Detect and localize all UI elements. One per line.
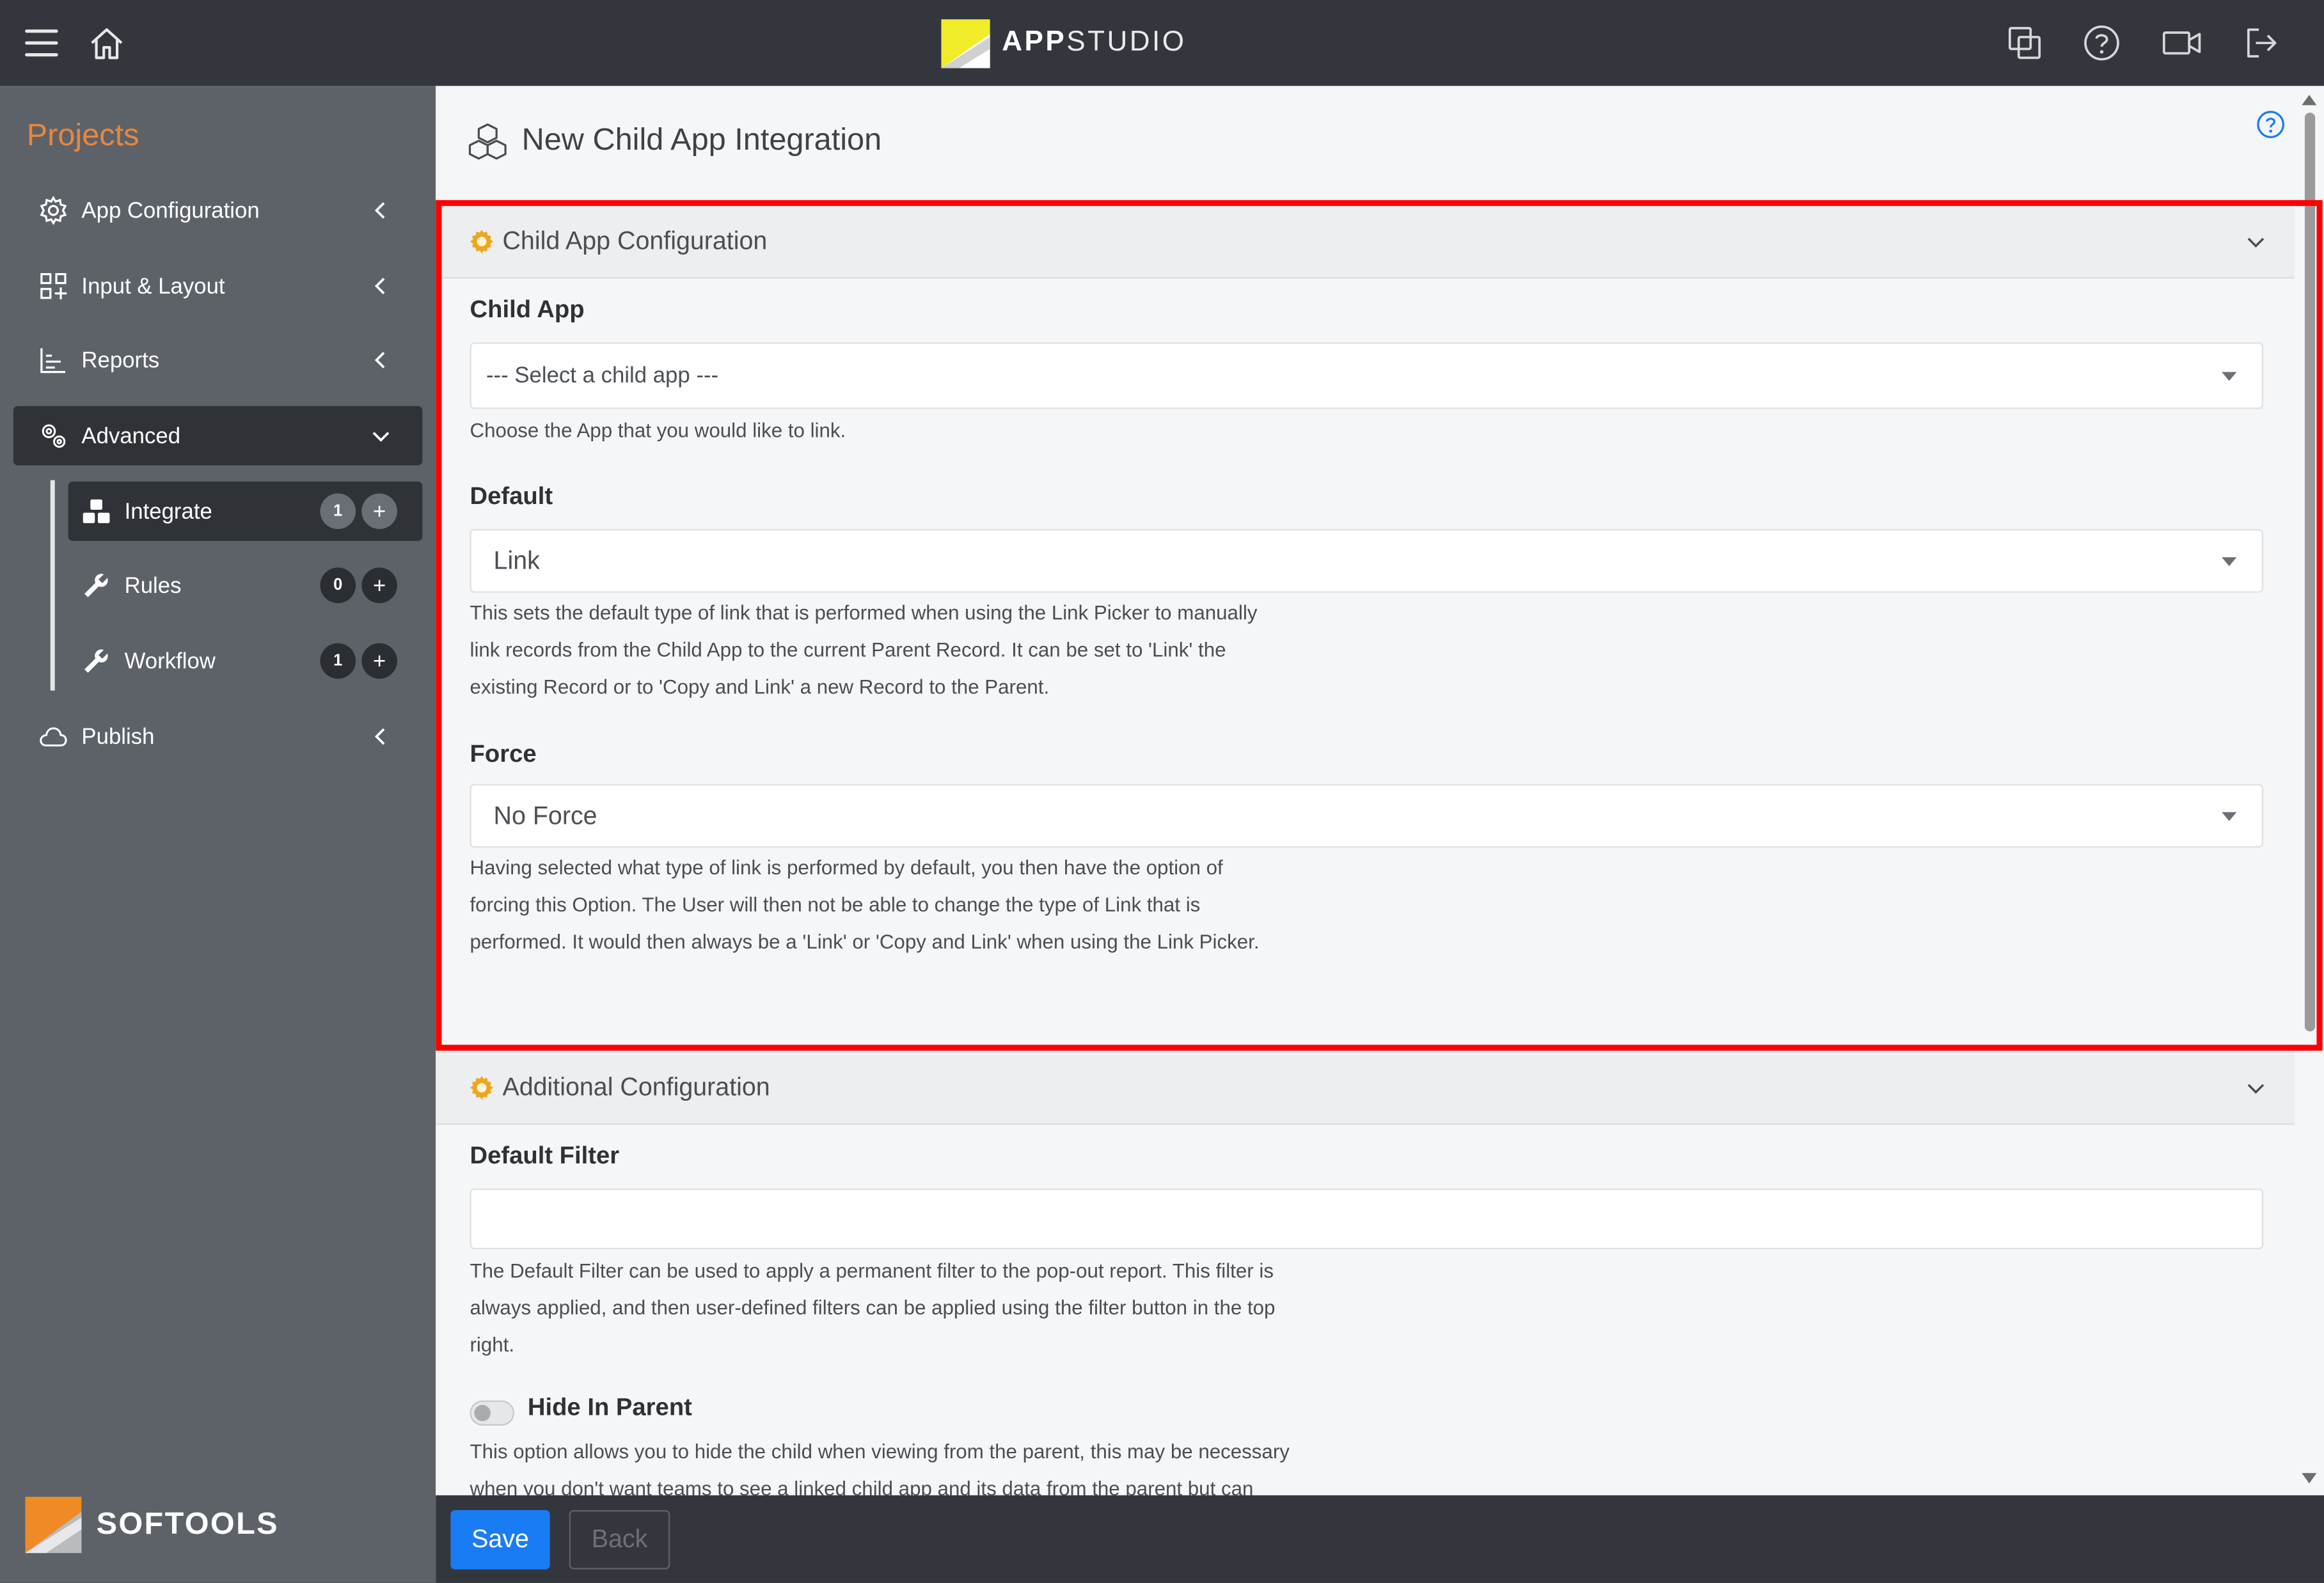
sidebar-item-label: Input & Layout [81, 273, 225, 299]
softools-logo: SOFTOOLS [25, 1497, 279, 1554]
footer-bar: Save Back [436, 1495, 2324, 1583]
default-select[interactable]: Link [470, 529, 2264, 593]
scroll-down-arrow[interactable] [2302, 1473, 2317, 1484]
scroll-up-arrow[interactable] [2302, 95, 2317, 106]
video-icon[interactable] [2158, 19, 2206, 67]
projects-title[interactable]: Projects [27, 118, 139, 154]
sidebar: Projects App Configuration Input & Layou… [0, 86, 436, 1583]
home-icon[interactable] [83, 19, 130, 67]
layout-grid-icon [37, 270, 70, 303]
sidebar-item-rules[interactable]: Rules 0 + [68, 556, 423, 615]
brand-name: APPSTUDIO [1002, 26, 1187, 58]
top-bar: APPSTUDIO [0, 0, 2324, 86]
back-button[interactable]: Back [569, 1510, 670, 1570]
save-button[interactable]: Save [450, 1510, 550, 1570]
sidebar-item-label: App Configuration [81, 198, 260, 223]
chevron-down-icon [372, 432, 390, 442]
force-label: Force [470, 741, 537, 768]
hide-in-parent-toggle[interactable] [470, 1400, 514, 1426]
child-app-help-text: Choose the App that you would like to li… [470, 419, 846, 442]
chevron-left-icon [374, 278, 385, 295]
default-select-value: Link [493, 546, 540, 574]
gear-icon [470, 228, 494, 253]
default-filter-input[interactable] [470, 1188, 2264, 1250]
sidebar-item-label: Publish [81, 723, 155, 750]
page-title: New Child App Integration [521, 123, 882, 157]
child-app-select[interactable]: --- Select a child app --- [470, 342, 2264, 409]
wrench-icon [80, 645, 113, 677]
force-help-text: Having selected what type of link is per… [470, 856, 1260, 953]
hide-in-parent-label: Hide In Parent [527, 1394, 692, 1422]
appstudio-logo-icon [941, 18, 990, 68]
child-app-select-value: --- Select a child app --- [486, 363, 719, 389]
default-filter-label: Default Filter [470, 1142, 620, 1170]
gear-icon [470, 1075, 494, 1099]
section-title: Child App Configuration [502, 226, 768, 255]
chevron-left-icon [374, 202, 385, 219]
sidebar-item-advanced[interactable]: Advanced [13, 406, 423, 466]
help-icon[interactable] [2256, 109, 2285, 139]
sidebar-item-label: Reports [81, 347, 160, 373]
child-app-configuration-header[interactable]: Child App Configuration [436, 204, 2295, 279]
chevron-left-icon [374, 352, 385, 368]
default-label: Default [470, 483, 553, 510]
count-badge: 0 [320, 567, 356, 604]
page-header: New Child App Integration [468, 122, 881, 160]
gear-icon [37, 194, 70, 227]
cubes-icon [468, 123, 507, 160]
force-select[interactable]: No Force [470, 784, 2264, 848]
sidebar-item-label: Workflow [124, 648, 216, 674]
child-app-label: Child App [470, 296, 585, 324]
caret-down-icon [2222, 371, 2237, 381]
add-rule-button[interactable]: + [361, 567, 397, 604]
sidebar-item-workflow[interactable]: Workflow 1 + [68, 631, 423, 691]
count-badge: 1 [320, 493, 356, 530]
count-badge: 1 [320, 643, 356, 679]
toggle-knob [474, 1405, 491, 1422]
cloud-icon [37, 720, 70, 753]
sidebar-item-app-configuration[interactable]: App Configuration [13, 181, 422, 240]
sidebar-item-integrate[interactable]: Integrate 1 + [68, 482, 423, 541]
brand: APPSTUDIO [941, 18, 1186, 68]
submenu-line [50, 480, 55, 691]
copy-windows-icon[interactable] [2001, 19, 2048, 67]
default-filter-help-text: The Default Filter can be used to apply … [470, 1259, 1276, 1357]
sidebar-item-reports[interactable]: Reports [13, 331, 422, 390]
section-title: Additional Configuration [502, 1072, 770, 1101]
caret-down-icon [2222, 811, 2237, 821]
child-app-configuration-section: Child App Configuration Child App --- Se… [436, 204, 2295, 1052]
logout-icon[interactable] [2238, 19, 2286, 67]
gears-icon [37, 420, 70, 452]
chart-icon [37, 344, 70, 377]
hide-in-parent-help-text: This option allows you to hide the child… [470, 1440, 1290, 1495]
softools-name: SOFTOOLS [96, 1507, 279, 1541]
chevron-left-icon [374, 728, 385, 745]
sidebar-item-label: Advanced [81, 423, 181, 448]
hamburger-menu-icon[interactable] [18, 19, 65, 67]
chevron-down-icon[interactable] [2244, 230, 2268, 253]
sidebar-item-label: Integrate [124, 498, 212, 524]
wrench-icon [80, 569, 113, 602]
app-window: APPSTUDIO Projects App Configuration Inp… [0, 0, 2324, 1583]
sidebar-item-label: Rules [124, 572, 182, 598]
main-content: New Child App Integration Child App Conf… [436, 86, 2324, 1495]
caret-down-icon [2222, 556, 2237, 565]
sidebar-item-publish[interactable]: Publish [13, 707, 422, 766]
sidebar-item-input-layout[interactable]: Input & Layout [13, 256, 422, 316]
force-select-value: No Force [493, 801, 597, 830]
scroll-thumb[interactable] [2304, 113, 2316, 1032]
scrollbar[interactable] [2300, 89, 2318, 1490]
additional-configuration-section: Additional Configuration Default Filter … [436, 1050, 2295, 1495]
default-help-text: This sets the default type of link that … [470, 601, 1258, 698]
add-integration-button[interactable]: + [361, 493, 397, 530]
help-icon[interactable] [2078, 19, 2125, 67]
add-workflow-button[interactable]: + [361, 643, 397, 679]
additional-configuration-header[interactable]: Additional Configuration [436, 1050, 2295, 1125]
softools-logo-icon [25, 1497, 82, 1554]
chevron-down-icon[interactable] [2244, 1076, 2268, 1099]
cubes-icon [80, 495, 113, 528]
